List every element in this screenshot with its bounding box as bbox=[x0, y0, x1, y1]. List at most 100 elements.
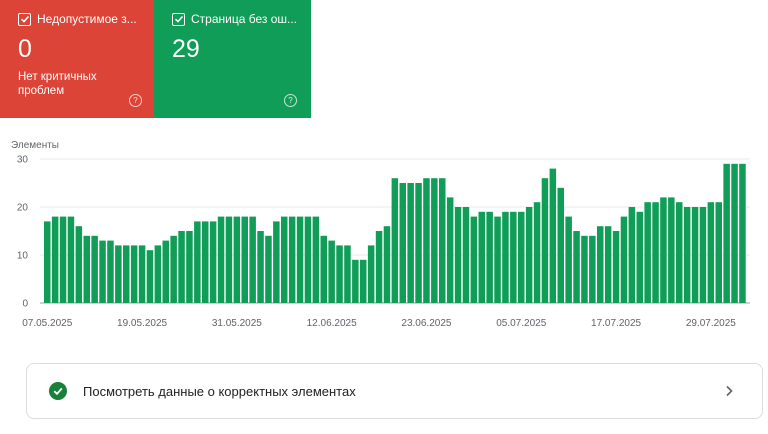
bar bbox=[383, 226, 391, 303]
tile-invalid[interactable]: Недопустимое з... 0 Нет критичных пробле… bbox=[0, 0, 154, 118]
bar bbox=[312, 216, 320, 303]
bar bbox=[423, 178, 430, 303]
bar bbox=[604, 226, 612, 303]
bar bbox=[51, 216, 59, 303]
x-tick-label: 23.06.2025 bbox=[401, 318, 451, 329]
tile-invalid-header: Недопустимое з... bbox=[18, 12, 154, 26]
x-tick-label: 17.07.2025 bbox=[591, 318, 641, 329]
bar bbox=[233, 216, 241, 303]
bar bbox=[399, 183, 406, 303]
bar bbox=[360, 259, 367, 303]
y-tick-label: 0 bbox=[22, 299, 28, 310]
x-tick-label: 12.06.2025 bbox=[307, 318, 357, 329]
checkbox-checked-icon[interactable] bbox=[172, 12, 185, 26]
bar bbox=[273, 221, 280, 303]
bar bbox=[123, 245, 130, 303]
bar bbox=[612, 231, 620, 303]
bar bbox=[241, 216, 248, 303]
bar bbox=[518, 211, 525, 303]
bar bbox=[194, 221, 201, 303]
bar bbox=[138, 245, 146, 303]
bar bbox=[462, 207, 470, 303]
bar bbox=[431, 178, 438, 303]
x-tick-label: 07.05.2025 bbox=[22, 318, 72, 329]
bar bbox=[533, 202, 541, 303]
bar bbox=[281, 216, 288, 303]
bar bbox=[249, 216, 256, 303]
y-tick-label: 10 bbox=[17, 251, 29, 262]
bar bbox=[478, 211, 485, 303]
bar bbox=[225, 216, 233, 303]
bar bbox=[209, 221, 217, 303]
bar bbox=[265, 235, 272, 303]
bar bbox=[99, 240, 106, 303]
bar bbox=[146, 250, 154, 303]
bar bbox=[723, 163, 730, 303]
bar bbox=[731, 163, 738, 303]
checkbox-checked-icon[interactable] bbox=[18, 12, 31, 26]
x-tick-label: 05.07.2025 bbox=[496, 318, 546, 329]
tile-invalid-label: Недопустимое з... bbox=[37, 12, 137, 26]
bar bbox=[154, 245, 162, 303]
bar bbox=[67, 216, 75, 303]
help-icon[interactable]: ? bbox=[129, 94, 142, 107]
bar bbox=[581, 235, 588, 303]
bar bbox=[454, 207, 462, 303]
bar bbox=[91, 235, 98, 303]
x-tick-label: 19.05.2025 bbox=[117, 318, 167, 329]
bar bbox=[494, 216, 501, 303]
bar bbox=[597, 226, 604, 303]
y-tick-label: 20 bbox=[17, 203, 29, 214]
bar bbox=[336, 245, 343, 303]
tile-invalid-count: 0 bbox=[18, 35, 32, 63]
bar bbox=[344, 245, 351, 303]
tile-valid-count: 29 bbox=[172, 35, 200, 63]
bar bbox=[644, 202, 651, 303]
bar bbox=[83, 235, 90, 303]
view-valid-items-link[interactable]: Посмотреть данные о корректных элементах bbox=[26, 363, 763, 419]
bar bbox=[75, 226, 83, 303]
bar bbox=[296, 216, 304, 303]
bar bbox=[691, 207, 699, 303]
bar bbox=[660, 197, 667, 303]
bar bbox=[510, 211, 517, 303]
chevron-right-icon bbox=[726, 385, 733, 397]
bar bbox=[565, 216, 572, 303]
bar bbox=[683, 207, 691, 303]
help-icon[interactable]: ? bbox=[284, 94, 297, 107]
y-axis-label: Элементы bbox=[11, 140, 59, 151]
bar bbox=[549, 168, 557, 303]
bar bbox=[130, 245, 138, 303]
y-tick-label: 30 bbox=[17, 155, 29, 166]
bar bbox=[217, 216, 225, 303]
bar bbox=[573, 231, 580, 303]
tile-invalid-description: Нет критичных проблем bbox=[18, 71, 97, 97]
bar bbox=[525, 207, 533, 303]
bar bbox=[541, 178, 549, 303]
items-bar-chart: Элементы 0 10 20 30 07.05.2025 19.05.2025 31.05… bbox=[0, 130, 768, 340]
bar bbox=[328, 240, 335, 303]
status-tiles: Недопустимое з... 0 Нет критичных пробле… bbox=[0, 0, 311, 118]
bar bbox=[699, 207, 707, 303]
bar bbox=[288, 216, 296, 303]
bar bbox=[739, 163, 746, 303]
bar bbox=[557, 187, 564, 303]
bar bbox=[202, 221, 209, 303]
bar bbox=[59, 216, 67, 303]
bar bbox=[186, 231, 193, 303]
bar bbox=[439, 178, 446, 303]
bar bbox=[320, 235, 327, 303]
bar bbox=[415, 183, 422, 303]
chart-svg: Элементы 0 10 20 30 07.05.2025 19.05.2025 31.05… bbox=[11, 140, 750, 329]
bar bbox=[589, 235, 596, 303]
bar bbox=[446, 197, 454, 303]
bar bbox=[107, 240, 114, 303]
view-valid-items-label: Посмотреть данные о корректных элементах bbox=[83, 383, 356, 399]
bar bbox=[470, 216, 478, 303]
tile-valid[interactable]: Страница без ош... 29 ? bbox=[154, 0, 311, 118]
bar bbox=[44, 221, 51, 303]
bar bbox=[707, 202, 715, 303]
bar bbox=[367, 245, 375, 303]
bar bbox=[676, 202, 683, 303]
tile-valid-label: Страница без ош... bbox=[191, 12, 298, 26]
